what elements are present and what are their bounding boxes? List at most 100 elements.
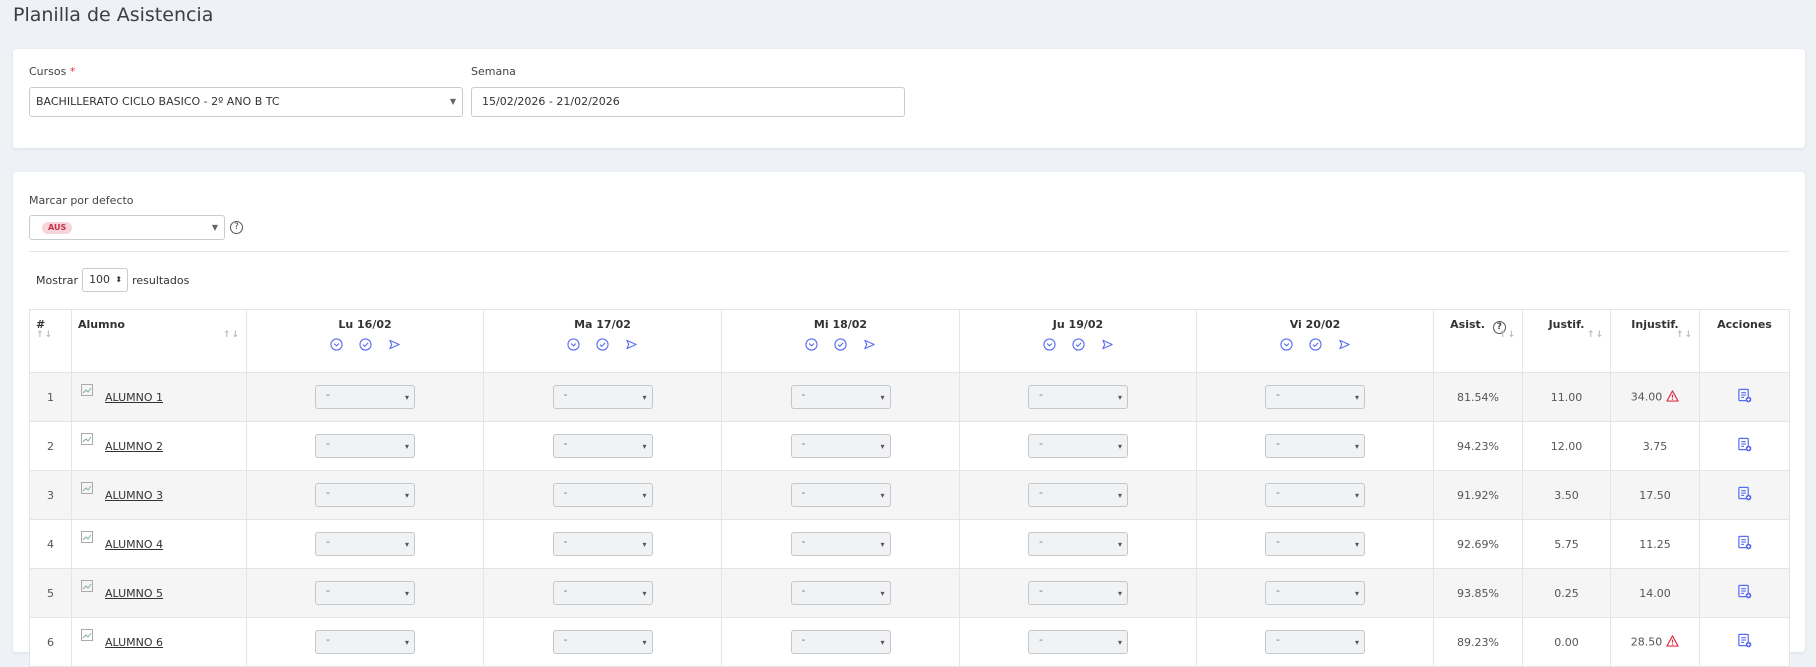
row-num: 1 bbox=[29, 372, 72, 422]
col-day-lu: Lu 16/02 bbox=[246, 309, 484, 373]
attendance-select[interactable]: - ▾ bbox=[315, 385, 415, 409]
page-size-select[interactable]: 100 ⬍ bbox=[82, 268, 129, 292]
send-icon[interactable] bbox=[1101, 338, 1114, 351]
sort-icon[interactable]: ↑↓ bbox=[223, 330, 240, 340]
results-label: resultados bbox=[132, 273, 190, 287]
actions-cell bbox=[1699, 372, 1790, 422]
col-injustif[interactable]: Injustif. ↑↓ bbox=[1610, 309, 1700, 373]
student-link[interactable]: ALUMNO 3 bbox=[105, 489, 163, 502]
spinner-icon: ⬍ bbox=[115, 275, 123, 284]
attendance-select[interactable]: - ▾ bbox=[552, 434, 653, 458]
attendance-select[interactable]: - ▾ bbox=[315, 630, 415, 654]
attendance-select[interactable]: - ▾ bbox=[552, 483, 653, 507]
caret-down-icon: ▾ bbox=[880, 442, 885, 451]
attendance-edit-icon[interactable] bbox=[1737, 388, 1752, 406]
send-icon[interactable] bbox=[863, 338, 876, 351]
attendance-select-value: - bbox=[1039, 437, 1043, 450]
student-link[interactable]: ALUMNO 2 bbox=[105, 440, 163, 453]
attendance-select[interactable]: - ▾ bbox=[790, 630, 891, 654]
day-cell: - ▾ bbox=[1196, 421, 1434, 471]
attendance-select[interactable]: - ▾ bbox=[1028, 434, 1128, 458]
attendance-select[interactable]: - ▾ bbox=[1265, 581, 1365, 605]
attendance-select[interactable]: - ▾ bbox=[1265, 385, 1365, 409]
injustif-cell: 14.00 bbox=[1610, 568, 1700, 618]
attendance-select[interactable]: - ▾ bbox=[1028, 483, 1128, 507]
warning-triangle-icon bbox=[1666, 634, 1679, 650]
col-justif[interactable]: Justif. ↑↓ bbox=[1522, 309, 1611, 373]
student-cell: ALUMNO 2 bbox=[71, 421, 247, 471]
semana-input[interactable]: 15/02/2026 - 21/02/2026 bbox=[471, 87, 905, 117]
attendance-select[interactable]: - ▾ bbox=[315, 483, 415, 507]
student-link[interactable]: ALUMNO 1 bbox=[105, 391, 163, 404]
attendance-select[interactable]: - ▾ bbox=[790, 581, 891, 605]
chevron-circle-down-icon[interactable] bbox=[1279, 338, 1293, 351]
student-link[interactable]: ALUMNO 4 bbox=[105, 538, 163, 551]
check-circle-icon[interactable] bbox=[834, 338, 847, 351]
student-link[interactable]: ALUMNO 6 bbox=[105, 636, 163, 649]
student-link[interactable]: ALUMNO 5 bbox=[105, 587, 163, 600]
caret-down-icon: ▾ bbox=[880, 638, 885, 647]
day-actions bbox=[248, 338, 482, 351]
student-avatar bbox=[81, 482, 95, 496]
attendance-select[interactable]: - ▾ bbox=[315, 532, 415, 556]
asist-cell: 91.92% bbox=[1433, 470, 1523, 520]
attendance-select[interactable]: - ▾ bbox=[552, 630, 653, 654]
attendance-select[interactable]: - ▾ bbox=[315, 581, 415, 605]
table-header-row: # ↑↓ Alumno ↑↓ Lu 16/02 Ma 17/02 Mi 18/0… bbox=[29, 309, 1790, 373]
check-circle-icon[interactable] bbox=[1071, 338, 1085, 351]
help-icon[interactable]: ? bbox=[230, 221, 243, 234]
student-avatar bbox=[81, 629, 95, 643]
injustif-cell: 34.00 bbox=[1610, 372, 1700, 422]
attendance-edit-icon[interactable] bbox=[1737, 584, 1752, 602]
send-icon[interactable] bbox=[1338, 338, 1351, 351]
cursos-label-text: Cursos bbox=[29, 65, 67, 78]
col-num[interactable]: # ↑↓ bbox=[29, 309, 72, 373]
attendance-select[interactable]: - ▾ bbox=[790, 532, 891, 556]
day-cell: - ▾ bbox=[483, 470, 722, 520]
attendance-select[interactable]: - ▾ bbox=[315, 434, 415, 458]
cursos-select[interactable]: BACHILLERATO CICLO BASICO - 2º ANO B TC … bbox=[29, 87, 463, 117]
sort-icon[interactable]: ↑↓ bbox=[36, 330, 53, 340]
col-asist[interactable]: Asist. ? ↑↓ bbox=[1433, 309, 1523, 373]
default-mark-select[interactable]: AUS ▼ bbox=[29, 215, 225, 240]
attendance-select[interactable]: - ▾ bbox=[552, 532, 653, 556]
chevron-circle-down-icon[interactable] bbox=[567, 338, 580, 351]
attendance-edit-icon[interactable] bbox=[1737, 633, 1752, 651]
attendance-select[interactable]: - ▾ bbox=[1028, 532, 1128, 556]
sort-icon[interactable]: ↑↓ bbox=[1676, 330, 1693, 340]
attendance-select[interactable]: - ▾ bbox=[1028, 385, 1128, 409]
attendance-select[interactable]: - ▾ bbox=[552, 581, 653, 605]
sort-icon[interactable]: ↑↓ bbox=[1587, 330, 1604, 340]
check-circle-icon[interactable] bbox=[1308, 338, 1322, 351]
attendance-select[interactable]: - ▾ bbox=[1265, 532, 1365, 556]
attendance-edit-icon[interactable] bbox=[1737, 437, 1752, 455]
attendance-select[interactable]: - ▾ bbox=[790, 483, 891, 507]
col-alumno[interactable]: Alumno ↑↓ bbox=[71, 309, 247, 373]
sort-icon[interactable]: ↑↓ bbox=[1499, 330, 1516, 340]
attendance-select[interactable]: - ▾ bbox=[552, 385, 653, 409]
caret-down-icon: ▾ bbox=[1117, 442, 1122, 451]
attendance-select[interactable]: - ▾ bbox=[1028, 581, 1128, 605]
send-icon[interactable] bbox=[388, 338, 401, 351]
caret-down-icon: ▾ bbox=[880, 491, 885, 500]
attendance-select[interactable]: - ▾ bbox=[790, 385, 891, 409]
chevron-circle-down-icon[interactable] bbox=[1042, 338, 1056, 351]
attendance-select[interactable]: - ▾ bbox=[1265, 434, 1365, 458]
attendance-select-value: - bbox=[326, 437, 330, 450]
day-cell: - ▾ bbox=[721, 519, 960, 569]
check-circle-icon[interactable] bbox=[596, 338, 609, 351]
attendance-card: Marcar por defecto AUS ▼ ? Mostrar 100 ⬍… bbox=[13, 172, 1805, 667]
chevron-circle-down-icon[interactable] bbox=[329, 338, 343, 351]
check-circle-icon[interactable] bbox=[358, 338, 372, 351]
attendance-edit-icon[interactable] bbox=[1737, 535, 1752, 553]
col-day-ma: Ma 17/02 bbox=[483, 309, 722, 373]
attendance-select[interactable]: - ▾ bbox=[1028, 630, 1128, 654]
send-icon[interactable] bbox=[625, 338, 638, 351]
attendance-select[interactable]: - ▾ bbox=[1265, 483, 1365, 507]
caret-down-icon: ▾ bbox=[880, 540, 885, 549]
day-cell: - ▾ bbox=[721, 421, 960, 471]
attendance-select[interactable]: - ▾ bbox=[1265, 630, 1365, 654]
attendance-select[interactable]: - ▾ bbox=[790, 434, 891, 458]
chevron-circle-down-icon[interactable] bbox=[805, 338, 818, 351]
attendance-edit-icon[interactable] bbox=[1737, 486, 1752, 504]
